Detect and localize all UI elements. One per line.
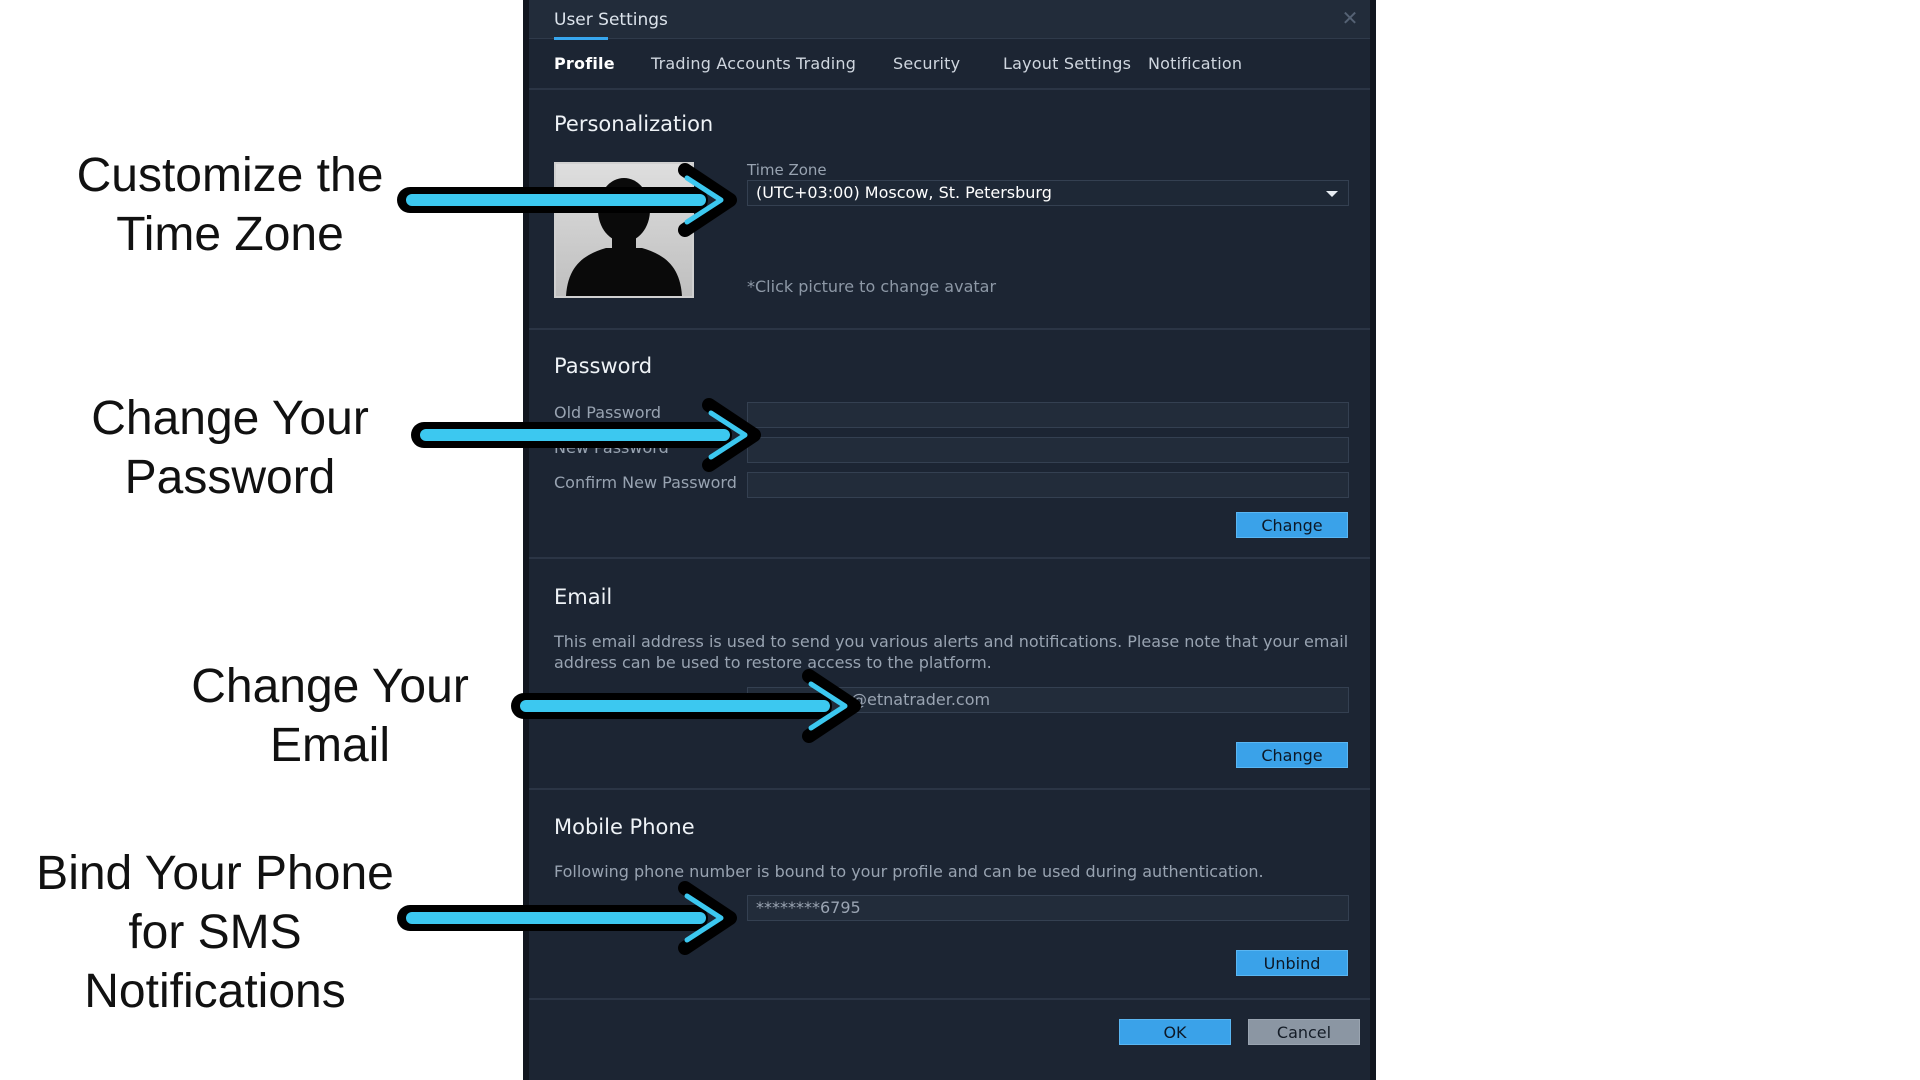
cancel-button[interactable]: Cancel [1248,1019,1360,1045]
email-value: @etnatrader.com [851,690,991,709]
tab-trading[interactable]: Trading [796,54,856,73]
tab-bar: Profile Trading Accounts Trading Securit… [529,38,1370,90]
phone-field[interactable]: ********6795 [747,895,1349,921]
email-title: Email [554,585,613,609]
divider [529,557,1370,559]
confirm-password-label: Confirm New Password [554,473,737,492]
caption-phone: Bind Your Phone for SMS Notifications [36,847,394,1018]
chevron-down-icon [1326,191,1338,197]
time-zone-select[interactable]: (UTC+03:00) Moscow, St. Petersburg [747,180,1349,206]
arrow-to-phone [397,881,737,955]
change-password-button[interactable]: Change [1236,512,1348,538]
title-bar: User Settings ✕ [529,0,1370,40]
divider [529,998,1370,1000]
mobile-phone-title: Mobile Phone [554,815,695,839]
caption-password: Change Your Password [91,392,369,504]
arrow-to-password [411,398,761,472]
tab-trading-accounts[interactable]: Trading Accounts [651,54,791,73]
new-password-field[interactable] [747,437,1349,463]
time-zone-label: Time Zone [747,161,827,179]
tab-profile[interactable]: Profile [554,54,615,73]
time-zone-value: (UTC+03:00) Moscow, St. Petersburg [756,183,1052,202]
ok-button[interactable]: OK [1119,1019,1231,1045]
caption-time-zone: Customize the Time Zone [76,149,384,261]
divider [529,788,1370,790]
old-password-field[interactable] [747,402,1349,428]
close-icon[interactable]: ✕ [1340,8,1360,28]
unbind-phone-button[interactable]: Unbind [1236,950,1348,976]
arrow-to-email [511,669,861,743]
confirm-password-field[interactable] [747,472,1349,498]
change-email-button[interactable]: Change [1236,742,1348,768]
tab-notification[interactable]: Notification [1148,54,1242,73]
avatar-hint: *Click picture to change avatar [747,277,997,296]
phone-value: ********6795 [756,898,861,917]
tab-security[interactable]: Security [893,54,960,73]
caption-email: Change Your Email [191,660,469,772]
dialog-title: User Settings [554,10,668,30]
arrow-to-time-zone [397,163,737,237]
divider [529,328,1370,330]
tab-layout-settings[interactable]: Layout Settings [1003,54,1131,73]
personalization-title: Personalization [554,112,714,136]
password-title: Password [554,354,653,378]
